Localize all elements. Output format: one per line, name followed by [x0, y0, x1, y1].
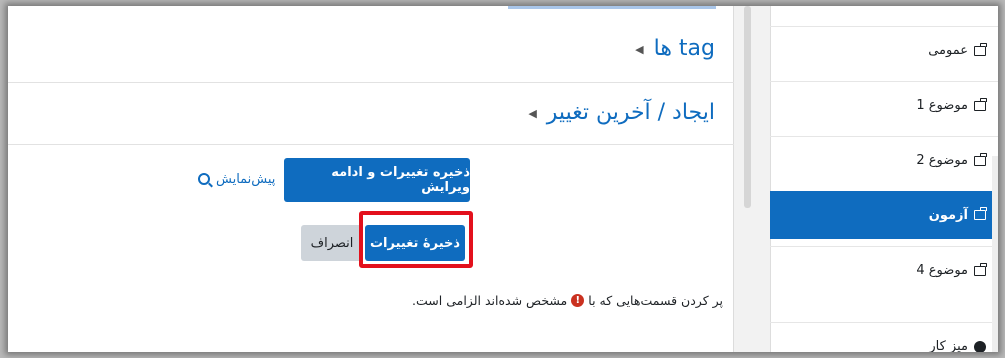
section-created-modified[interactable]: ◀ ایجاد / آخرین تغییر — [528, 102, 715, 124]
save-button-highlight-box — [359, 211, 473, 268]
required-exclamation-icon: ! — [571, 294, 585, 307]
dashboard-icon — [974, 340, 986, 352]
top-accent-line — [508, 6, 716, 9]
folder-icon — [974, 207, 987, 220]
folder-icon — [974, 42, 987, 56]
drawer-scrollbar[interactable] — [992, 156, 998, 352]
required-note-text-before: پر کردن قسمت‌هایی که با — [588, 293, 723, 308]
cancel-button[interactable]: انصراف — [301, 225, 363, 261]
course-index-drawer: عمومی موضوع 1 موضوع 2 آزمون موضوع 4 میز … — [770, 6, 998, 352]
nav-item-topic-2[interactable]: موضوع 2 — [770, 136, 998, 184]
divider — [8, 144, 734, 145]
main-scrollbar[interactable] — [741, 6, 754, 352]
nav-item-label: موضوع 1 — [916, 98, 968, 113]
nav-item-topic-4[interactable]: موضوع 4 — [770, 246, 998, 294]
nav-item-label: عمومی — [928, 43, 968, 58]
screenshot-frame: ◀ tag ها ◀ ایجاد / آخرین تغییر پیش‌نمایش… — [8, 6, 998, 352]
folder-icon — [974, 262, 987, 276]
nav-item-quiz[interactable]: آزمون — [770, 191, 998, 239]
scrollbar-thumb[interactable] — [744, 6, 751, 208]
caret-icon: ◀ — [635, 42, 644, 56]
folder-icon — [974, 152, 987, 166]
preview-link[interactable]: پیش‌نمایش — [198, 168, 275, 190]
nav-item-dashboard[interactable]: میز کار — [770, 322, 998, 352]
required-note-text-after: مشخص شده‌اند الزامی است. — [412, 293, 568, 308]
section-created-modified-title: ایجاد / آخرین تغییر — [546, 100, 715, 125]
preview-label: پیش‌نمایش — [216, 171, 276, 187]
nav-item-general[interactable]: عمومی — [770, 26, 998, 74]
search-plus-icon — [198, 173, 210, 185]
main-content: ◀ tag ها ◀ ایجاد / آخرین تغییر پیش‌نمایش… — [8, 6, 734, 352]
caret-icon: ◀ — [528, 106, 537, 120]
nav-item-label: موضوع 2 — [916, 153, 968, 168]
required-fields-note: پر کردن قسمت‌هایی که با ! مشخص شده‌اند ا… — [412, 293, 723, 308]
section-tags[interactable]: ◀ tag ها — [635, 38, 715, 60]
nav-item-topic-1[interactable]: موضوع 1 — [770, 81, 998, 129]
nav-item-label: موضوع 4 — [916, 263, 968, 278]
nav-item-top-partial[interactable] — [770, 6, 998, 26]
save-and-continue-button[interactable]: ذخیره تغییرات و ادامه ویرایش — [284, 158, 470, 202]
folder-icon — [974, 97, 987, 111]
nav-item-label: میز کار — [929, 339, 968, 352]
section-tags-title: tag ها — [653, 36, 715, 61]
nav-item-label: آزمون — [928, 207, 968, 223]
divider — [8, 82, 734, 83]
